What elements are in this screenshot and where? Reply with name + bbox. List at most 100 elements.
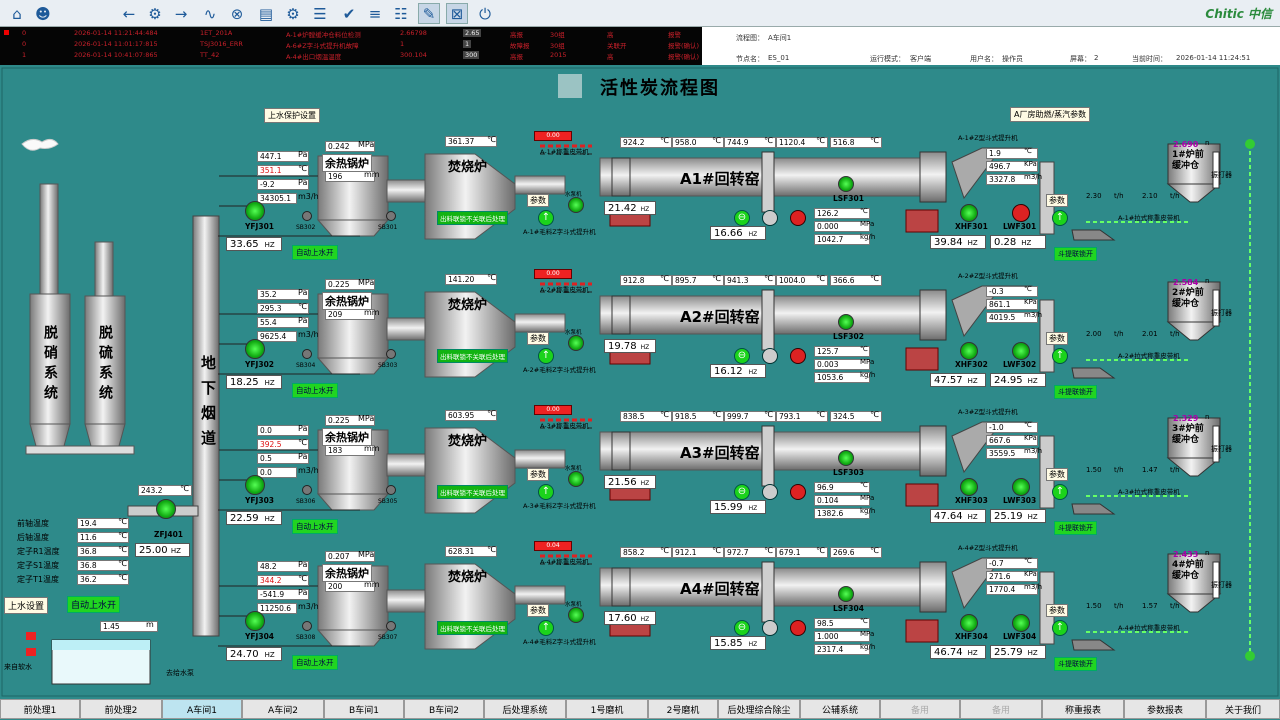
alarm-row[interactable]: 0 2026-01-14 11:21:44:484 1ET_201A A-1#炉膛缓冲… (0, 29, 702, 39)
alarm-row[interactable]: 1 2026-01-14 10:41:07:865 TT_42 A-4#出口烟温温度 3… (0, 51, 702, 61)
report-icon[interactable]: ▤ (255, 3, 277, 24)
kiln-motor-icon[interactable]: ⊖ (734, 484, 750, 500)
nav-button[interactable]: 前处理1 (0, 699, 80, 719)
valve-icon[interactable] (302, 621, 312, 631)
up-arrow-icon[interactable]: ↑ (538, 620, 554, 636)
filter-icon[interactable]: ⊠ (446, 3, 468, 24)
user-icon[interactable]: ☻ (32, 3, 54, 24)
list-icon[interactable]: ≡ (364, 3, 386, 24)
cancel-icon[interactable]: ⊗ (226, 3, 248, 24)
lwf-fan-icon[interactable] (1012, 342, 1030, 360)
valve-icon[interactable] (302, 349, 312, 359)
lift-interlock-button[interactable]: 斗提联锁开 (1054, 521, 1097, 535)
nav-button[interactable]: 后处理系统 (484, 699, 566, 719)
valve-icon[interactable] (386, 621, 396, 631)
xhf-fan-icon[interactable] (960, 204, 978, 222)
lift-interlock-button[interactable]: 斗提联锁开 (1054, 657, 1097, 671)
param-button[interactable]: 参数 (527, 194, 549, 207)
edit-icon[interactable]: ✎ (418, 3, 440, 24)
nav-button[interactable]: 前处理2 (80, 699, 162, 719)
kiln-stop-icon[interactable] (790, 348, 806, 364)
interlock-button[interactable]: 出料联锁不关联后处理 (437, 485, 508, 499)
nav-button[interactable]: 参数报表 (1124, 699, 1206, 719)
power-icon[interactable]: ⏻ (474, 3, 496, 24)
auto-water-button[interactable]: 自动上水开 (292, 655, 338, 670)
up-arrow-icon[interactable]: ↑ (1052, 210, 1068, 226)
up-arrow-icon[interactable]: ↑ (1052, 484, 1068, 500)
param-button[interactable]: 参数 (527, 604, 549, 617)
xhf-fan-icon[interactable] (960, 342, 978, 360)
nav-button[interactable]: 称重报表 (1042, 699, 1124, 719)
nav-button[interactable]: 公辅系统 (800, 699, 880, 719)
valve-icon[interactable] (386, 349, 396, 359)
nav-button[interactable]: B车间2 (404, 699, 484, 719)
valve-icon[interactable] (302, 211, 312, 221)
network-icon[interactable]: ⚙ (144, 3, 166, 24)
zfj-fan-icon[interactable] (156, 499, 176, 519)
pump-icon[interactable] (245, 475, 265, 495)
feed-pump-icon[interactable] (568, 607, 584, 623)
lsf-fan-icon[interactable] (838, 176, 854, 192)
nav-button[interactable]: 1号磨机 (566, 699, 648, 719)
nav-button[interactable]: B车间1 (324, 699, 404, 719)
feed-pump-icon[interactable] (568, 335, 584, 351)
check-icon[interactable]: ✔ (338, 3, 360, 24)
nav-button[interactable]: A车间1 (162, 699, 242, 719)
up-arrow-icon[interactable]: ↑ (538, 348, 554, 364)
lift-interlock-button[interactable]: 斗提联锁开 (1054, 247, 1097, 261)
nav-button[interactable]: 关于我们 (1206, 699, 1280, 719)
nav-button[interactable]: 备用 (960, 699, 1042, 719)
interlock-button[interactable]: 出料联锁不关联后处理 (437, 211, 508, 225)
lwf-fan-icon[interactable] (1012, 478, 1030, 496)
xhf-fan-icon[interactable] (960, 478, 978, 496)
up-arrow-icon[interactable]: ↑ (1052, 348, 1068, 364)
trend-icon[interactable]: ∿ (199, 3, 221, 24)
param-button[interactable]: 参数 (527, 332, 549, 345)
kiln-stop-icon[interactable] (790, 484, 806, 500)
auto-water-button[interactable]: 自动上水开 (292, 383, 338, 398)
feed-pump-icon[interactable] (568, 197, 584, 213)
kiln-stop-icon[interactable] (790, 620, 806, 636)
settings-icon[interactable]: ⚙ (282, 3, 304, 24)
sliders-icon[interactable]: ☰ (309, 3, 331, 24)
lwf-fan-icon[interactable] (1012, 614, 1030, 632)
water-protect-button[interactable]: 上水保护设置 (264, 108, 320, 123)
stack-icon[interactable]: ☷ (390, 3, 412, 24)
up-arrow-icon[interactable]: ↑ (1052, 620, 1068, 636)
param-button-right[interactable]: 参数 (1046, 604, 1068, 617)
water-set-button[interactable]: 上水设置 (4, 597, 49, 614)
alarm-row[interactable]: 0 2026-01-14 11:01:17:815 TSJ3016_ERR A-6#Z… (0, 40, 702, 50)
nav-button[interactable]: 2号磨机 (648, 699, 718, 719)
interlock-button[interactable]: 出料联锁不关联后处理 (437, 621, 508, 635)
lift-interlock-button[interactable]: 斗提联锁开 (1054, 385, 1097, 399)
lsf-fan-icon[interactable] (838, 586, 854, 602)
kiln-motor-icon[interactable]: ⊖ (734, 620, 750, 636)
param-button[interactable]: 参数 (527, 468, 549, 481)
lsf-fan-icon[interactable] (838, 450, 854, 466)
param-button-right[interactable]: 参数 (1046, 194, 1068, 207)
pump-icon[interactable] (245, 201, 265, 221)
nav-button[interactable]: 后处理综合除尘 (718, 699, 800, 719)
interlock-button[interactable]: 出料联锁不关联后处理 (437, 349, 508, 363)
factory-param-button[interactable]: A厂房助燃/蒸汽参数 (1010, 107, 1091, 122)
param-button-right[interactable]: 参数 (1046, 468, 1068, 481)
feed-pump-icon[interactable] (568, 471, 584, 487)
pump-icon[interactable] (245, 339, 265, 359)
back-icon[interactable]: ← (118, 3, 140, 24)
nav-button[interactable]: 备用 (880, 699, 960, 719)
valve-icon[interactable] (302, 485, 312, 495)
auto-water-button[interactable]: 自动上水开 (292, 245, 338, 260)
up-arrow-icon[interactable]: ↑ (538, 484, 554, 500)
param-button-right[interactable]: 参数 (1046, 332, 1068, 345)
kiln-stop-icon[interactable] (790, 210, 806, 226)
valve-icon[interactable] (386, 211, 396, 221)
kiln-motor-icon[interactable]: ⊖ (734, 348, 750, 364)
auto-water-button[interactable]: 自动上水开 (292, 519, 338, 534)
lsf-fan-icon[interactable] (838, 314, 854, 330)
valve-icon[interactable] (386, 485, 396, 495)
forward-icon[interactable]: → (170, 3, 192, 24)
kiln-motor-icon[interactable]: ⊖ (734, 210, 750, 226)
up-arrow-icon[interactable]: ↑ (538, 210, 554, 226)
home-icon[interactable]: ⌂ (6, 3, 28, 24)
auto-water-button[interactable]: 自动上水开 (67, 596, 121, 613)
